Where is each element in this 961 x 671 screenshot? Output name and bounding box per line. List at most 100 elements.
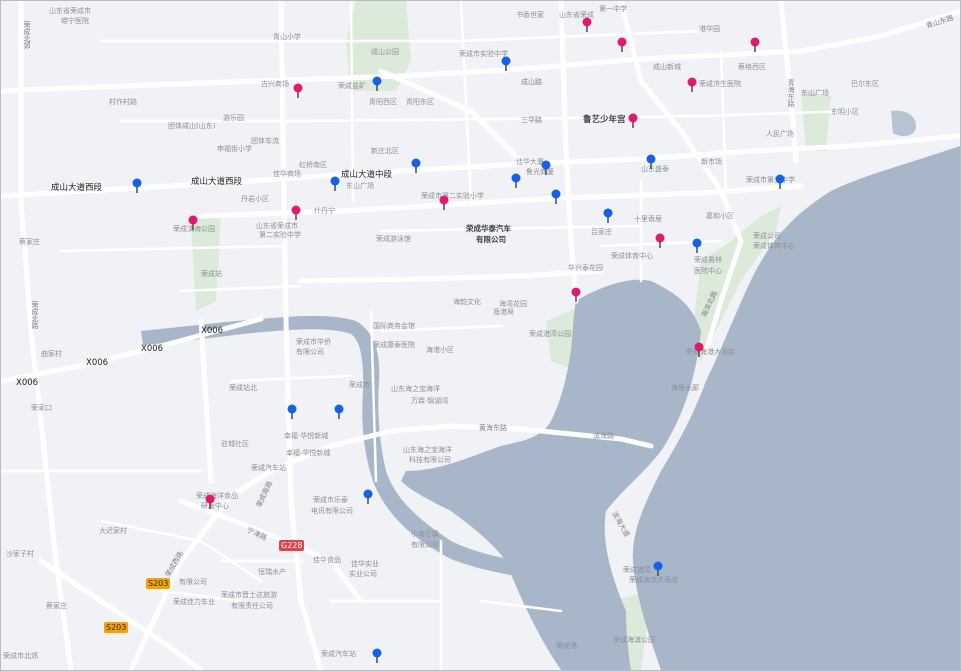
map-pin-blue[interactable] [652,561,664,577]
map-pin-icon [330,176,340,191]
map-pin-icon [188,215,198,230]
map-label: 小岛仑镇 [411,530,439,538]
map-label: 十里香居 [634,215,662,223]
map-label: 蔡格西区 [738,63,766,71]
road-label: 青海东路 [787,79,795,107]
map-label: 第二实验中学 [259,231,301,239]
map-pin-magenta[interactable] [204,494,216,510]
map-pin-blue[interactable] [362,489,374,505]
map-pin-icon [571,287,581,302]
map-pin-magenta[interactable] [616,37,628,53]
map-label: 荣成站北 [229,384,257,392]
map-canvas[interactable]: 山东省荣成市 崂宁医院 书香世家 山东省荣成 第一中学 港华园 青山东路 青山小… [0,0,961,671]
map-label: 荣成体育中心 [753,242,795,250]
map-label: 海港小区 [426,346,454,354]
map-label: 新庄北区 [371,147,399,155]
map-pin-icon [694,342,704,357]
map-label: 医院中心 [694,267,722,275]
map-pin-blue[interactable] [550,189,562,205]
map-pin-blue[interactable] [500,56,512,72]
road-label: X006 [141,344,164,354]
map-label: 村作村路 [109,98,137,106]
map-label: 荣成康泰医院 [373,341,415,349]
highway-shield: S203 [146,578,171,589]
road-label: 荣成北路 [31,301,39,329]
map-label: 成山公园 [371,48,399,56]
map-label: 有限公司 [476,235,506,244]
map-pin-magenta[interactable] [438,195,450,211]
map-pin-blue[interactable] [540,160,552,176]
map-pin-magenta[interactable] [749,37,761,53]
map-pin-blue[interactable] [645,154,657,170]
map-label: 海湾花园 [499,300,527,308]
map-label: 荣成港湾公园 [529,330,571,338]
map-label: 山东省荣成市 [256,222,298,230]
map-pin-icon [363,489,373,504]
map-label: 国际商务会馆 [373,322,415,330]
map-label: 青山小学 [273,33,301,41]
map-label: 虹桥南区 [299,161,327,169]
map-label: 海景长廊 [671,384,699,392]
map-pin-magenta[interactable] [290,205,302,221]
map-label: 有限公司 [296,348,324,356]
map-label: 青阳东区 [406,98,434,106]
map-pin-magenta[interactable] [686,77,698,93]
map-label: 万霖·锦湖湾 [411,397,449,405]
map-label: 沙家子村 [6,550,34,558]
map-label: 荣成市乐泰 [313,496,348,504]
map-pin-magenta[interactable] [627,113,639,129]
map-pin-icon [617,37,627,52]
map-pin-blue[interactable] [131,178,143,194]
map-pin-icon [628,113,638,128]
map-label: 荣成华泰汽车 [466,224,511,233]
map-label: 荣成市 [349,381,370,389]
map-pin-magenta[interactable] [292,83,304,99]
map-label: 游乐园 [223,114,244,122]
road-label: 成山大道西段 [51,183,103,193]
map-pin-blue[interactable] [691,238,703,254]
map-label: 东山广场 [801,89,829,97]
map-pin-blue[interactable] [286,404,298,420]
map-pin-icon [655,233,665,248]
map-pin-icon [775,174,785,189]
road-label: 成山路 [521,78,542,86]
map-label: 荣成游泳馆 [376,235,411,243]
map-base-layer [1,1,960,670]
map-pin-magenta[interactable] [187,215,199,231]
map-label: 新市场 [701,158,722,166]
road-label: X006 [16,378,39,388]
map-label: 佳华实业 [351,560,379,568]
map-label: 荣成海滨公园 [613,636,655,644]
map-pin-icon [653,561,663,576]
map-label: 团体成山(山东) [168,122,216,130]
map-pin-blue[interactable] [410,158,422,174]
map-pin-magenta[interactable] [581,17,593,33]
map-pin-blue[interactable] [371,648,383,664]
map-label: 华兴泰花园 [568,264,603,272]
map-pin-icon [293,83,303,98]
map-label: 嘉和小区 [706,212,734,220]
map-label: 巴尔东区 [851,80,879,88]
map-label: 佳华商场 [273,170,301,178]
map-label: 电讯有限公司 [311,507,353,515]
map-pin-blue[interactable] [774,174,786,190]
map-pin-blue[interactable] [510,173,522,189]
map-pin-blue[interactable] [602,208,614,224]
map-pin-blue[interactable] [329,176,341,192]
highway-shield: S203 [104,622,129,633]
map-pin-magenta[interactable] [570,287,582,303]
map-pin-blue[interactable] [333,404,345,420]
map-label: 蔡家庄 [19,238,40,246]
map-pin-magenta[interactable] [693,342,705,358]
map-label: 荣成港 [556,642,577,650]
map-label: 青阳西区 [369,98,397,106]
road-label: 三华路 [521,116,542,124]
road-label: 黄海东路 [479,424,507,432]
map-label: 荣成市华侨 [296,338,331,346]
map-pin-magenta[interactable] [654,233,666,249]
map-pin-blue[interactable] [371,76,383,92]
road-label: 成山大道西段 [191,177,243,187]
map-label: 东山广场 [346,182,374,190]
map-label: 有限公司 [411,541,439,549]
map-label: 驻城社区 [221,440,249,448]
